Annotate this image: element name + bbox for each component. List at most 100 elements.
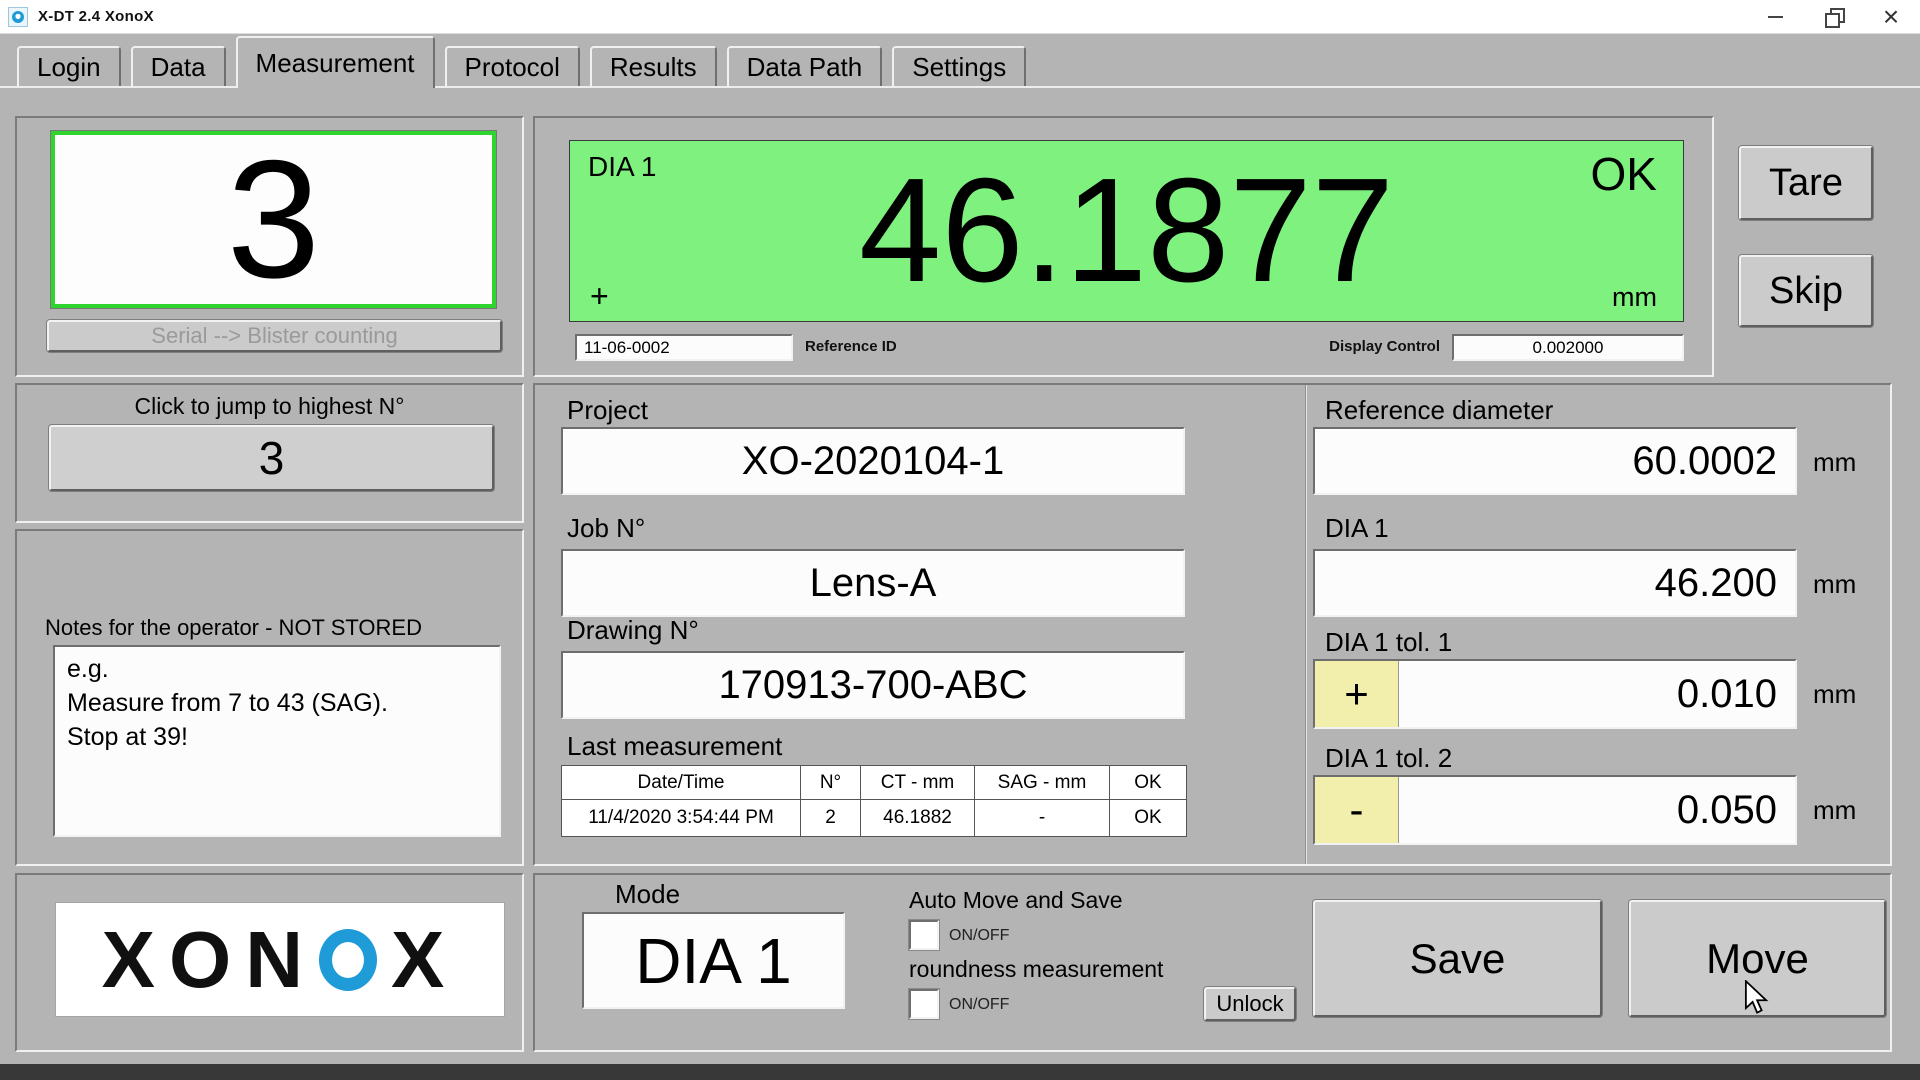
tab-label: Results xyxy=(610,52,697,83)
close-icon: × xyxy=(1883,3,1899,31)
restore-icon xyxy=(1825,8,1842,25)
cell-n: 2 xyxy=(801,800,861,836)
app-window: X-DT 2.4 XonoX × Login Data Measurement … xyxy=(0,0,1920,1080)
roundness-checkbox[interactable] xyxy=(909,989,939,1019)
tol1-sign: + xyxy=(1315,661,1399,727)
last-measurement-table: Date/Time N° CT - mm SAG - mm OK 11/4/20… xyxy=(561,765,1187,837)
display-control-label: Display Control xyxy=(1235,338,1440,355)
blister-counter-display: 3 xyxy=(51,131,496,308)
auto-move-save-label: Auto Move and Save xyxy=(909,887,1123,914)
tab-label: Data xyxy=(151,52,206,83)
dia1-tol2-field[interactable]: - 0.050 xyxy=(1313,775,1797,845)
last-measurement-label: Last measurement xyxy=(567,731,782,762)
measurement-display: DIA 1 OK 46.1877 + mm xyxy=(569,140,1684,322)
reference-diameter-label: Reference diameter xyxy=(1325,395,1553,426)
dia1-tol1-label: DIA 1 tol. 1 xyxy=(1325,627,1452,658)
table-header-row: Date/Time N° CT - mm SAG - mm OK xyxy=(562,766,1186,800)
display-unit: mm xyxy=(1612,282,1657,313)
logo-text-left: XON xyxy=(102,914,317,1006)
reference-diameter-field[interactable]: 60.0002 xyxy=(1313,427,1797,495)
dia1-field[interactable]: 46.200 xyxy=(1313,549,1797,617)
bottom-control-panel: Mode DIA 1 Auto Move and Save ON/OFF rou… xyxy=(533,873,1892,1052)
title-bar: X-DT 2.4 XonoX × xyxy=(0,0,1920,34)
notes-panel: Notes for the operator - NOT STORED e.g.… xyxy=(15,529,524,866)
drawing-number-label: Drawing N° xyxy=(567,615,699,646)
tab-label: Data Path xyxy=(747,52,863,83)
mode-label: Mode xyxy=(615,879,680,910)
tab-label: Settings xyxy=(912,52,1006,83)
tare-button[interactable]: Tare xyxy=(1739,146,1873,220)
dia1-tol1-field[interactable]: + 0.010 xyxy=(1313,659,1797,729)
tol2-value: 0.050 xyxy=(1399,777,1795,843)
auto-move-save-state: ON/OFF xyxy=(949,927,1009,945)
minimize-icon xyxy=(1768,16,1783,18)
measurement-display-panel: DIA 1 OK 46.1877 + mm 11-06-0002 Referen… xyxy=(533,116,1714,377)
window-bottom-edge xyxy=(0,1064,1920,1080)
mode-display: DIA 1 xyxy=(582,912,845,1009)
reference-id-input[interactable]: 11-06-0002 xyxy=(575,334,793,361)
logo-text-right: X xyxy=(391,914,458,1006)
table-row: 11/4/2020 3:54:44 PM 2 46.1882 - OK xyxy=(562,800,1186,836)
logo-panel: XON X xyxy=(15,873,524,1052)
unlock-button[interactable]: Unlock xyxy=(1204,987,1296,1021)
cell-ct: 46.1882 xyxy=(861,800,975,836)
tab-measurement[interactable]: Measurement xyxy=(236,36,435,88)
roundness-label: roundness measurement xyxy=(909,956,1163,983)
tab-label: Measurement xyxy=(256,48,415,79)
tol2-sign: - xyxy=(1315,777,1399,843)
tab-label: Protocol xyxy=(465,52,560,83)
restore-button[interactable] xyxy=(1804,0,1862,33)
app-icon-lens xyxy=(12,11,24,23)
notes-textarea[interactable]: e.g. Measure from 7 to 43 (SAG). Stop at… xyxy=(53,645,501,837)
unit-mm: mm xyxy=(1813,569,1856,600)
jump-to-highest-button[interactable]: 3 xyxy=(49,425,494,491)
project-field[interactable]: XO-2020104-1 xyxy=(561,427,1185,495)
xonox-logo: XON X xyxy=(55,902,505,1017)
serial-blister-counting-button[interactable]: Serial --> Blister counting xyxy=(47,320,502,352)
header-ct: CT - mm xyxy=(861,766,975,800)
auto-move-save-checkbox[interactable] xyxy=(909,920,939,950)
unit-mm: mm xyxy=(1813,447,1856,478)
skip-button[interactable]: Skip xyxy=(1739,255,1873,327)
mouse-cursor-icon xyxy=(1742,980,1770,1016)
jump-panel: Click to jump to highest N° 3 xyxy=(15,383,524,523)
dia1-tol2-label: DIA 1 tol. 2 xyxy=(1325,743,1452,774)
window-controls: × xyxy=(1746,0,1920,33)
save-button[interactable]: Save xyxy=(1313,900,1602,1017)
display-sign: + xyxy=(590,278,609,315)
display-value: 46.1877 xyxy=(570,141,1683,321)
drawing-number-field[interactable]: 170913-700-ABC xyxy=(561,651,1185,719)
jump-to-highest-label: Click to jump to highest N° xyxy=(17,393,522,420)
tab-settings[interactable]: Settings xyxy=(892,46,1026,86)
cell-sag: - xyxy=(975,800,1110,836)
cell-ok: OK xyxy=(1110,800,1186,836)
job-number-label: Job N° xyxy=(567,513,645,544)
unit-mm: mm xyxy=(1813,795,1856,826)
tab-login[interactable]: Login xyxy=(17,46,121,86)
logo-lens-icon xyxy=(319,929,377,991)
app-icon xyxy=(8,7,28,27)
header-ok: OK xyxy=(1110,766,1186,800)
notes-label: Notes for the operator - NOT STORED xyxy=(45,615,422,641)
panel-divider xyxy=(1305,385,1306,864)
cell-date-time: 11/4/2020 3:54:44 PM xyxy=(562,800,801,836)
tab-data-path[interactable]: Data Path xyxy=(727,46,883,86)
tol1-value: 0.010 xyxy=(1399,661,1795,727)
roundness-state: ON/OFF xyxy=(949,996,1009,1014)
tab-protocol[interactable]: Protocol xyxy=(445,46,580,86)
tab-results[interactable]: Results xyxy=(590,46,717,86)
header-n: N° xyxy=(801,766,861,800)
tab-data[interactable]: Data xyxy=(131,46,226,86)
display-control-input[interactable]: 0.002000 xyxy=(1452,334,1684,361)
minimize-button[interactable] xyxy=(1746,0,1804,33)
job-number-field[interactable]: Lens-A xyxy=(561,549,1185,617)
project-label: Project xyxy=(567,395,648,426)
reference-id-label: Reference ID xyxy=(805,338,897,355)
counter-panel: 3 Serial --> Blister counting xyxy=(15,116,524,377)
tab-bar: Login Data Measurement Protocol Results … xyxy=(0,34,1920,88)
window-title: X-DT 2.4 XonoX xyxy=(38,8,154,25)
job-reference-panel: Project XO-2020104-1 Job N° Lens-A Drawi… xyxy=(533,383,1892,866)
close-button[interactable]: × xyxy=(1862,0,1920,33)
logo-text: XON X xyxy=(102,914,459,1006)
tab-label: Login xyxy=(37,52,101,83)
